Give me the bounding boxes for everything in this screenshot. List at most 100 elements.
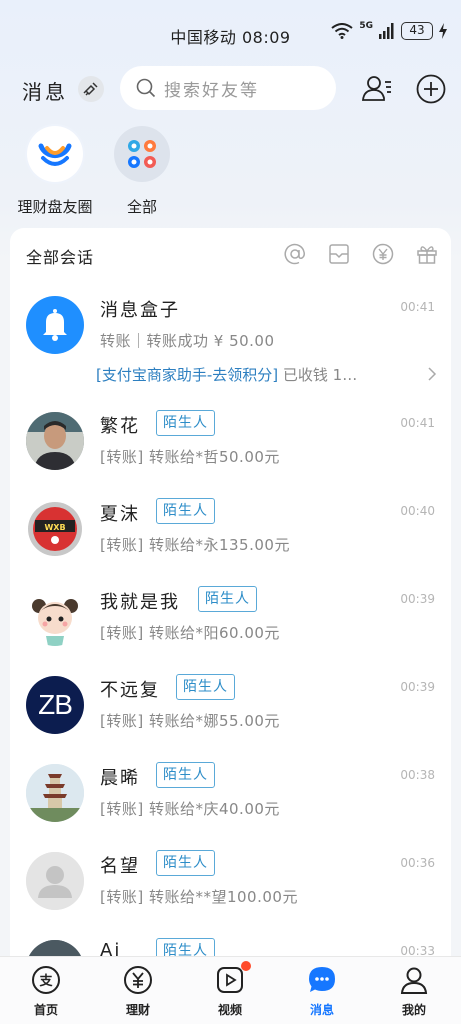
stranger-tag: 陌生人 — [156, 498, 215, 524]
conversation-time: 00:41 — [400, 300, 435, 314]
stranger-tag: 陌生人 — [176, 674, 235, 700]
conversation-time: 00:40 — [400, 504, 435, 518]
conversation-item[interactable]: WXB 夏沫 陌生人 [转账] 转账给*永135.00元 00:40 — [10, 486, 451, 574]
plus-circle-icon — [416, 74, 446, 104]
avatar — [26, 588, 84, 646]
promo-link[interactable]: [支付宝商家助手-去领积分] — [96, 366, 278, 384]
tab-label: 消息 — [309, 1003, 334, 1017]
conversation-item[interactable]: 晨晞 陌生人 [转账] 转账给*庆40.00元 00:38 — [10, 750, 451, 838]
page-title: 消息 — [22, 80, 68, 104]
svg-text:支: 支 — [38, 973, 53, 989]
conversation-time: 00:41 — [400, 416, 435, 430]
wifi-icon — [331, 23, 353, 39]
charging-icon — [439, 23, 447, 39]
clear-unread-button[interactable] — [78, 76, 104, 102]
yuan-icon[interactable] — [371, 242, 395, 266]
avatar: WXB — [26, 500, 84, 558]
conversation-item[interactable]: 名望 陌生人 [转账] 转账给**望100.00元 00:36 — [10, 838, 451, 926]
search-icon — [136, 78, 156, 98]
tab-label: 理财 — [125, 1003, 150, 1017]
conversation-preview: [转账] 转账给*哲50.00元 — [100, 448, 280, 466]
tab-profile[interactable]: 我的 — [368, 965, 460, 1018]
bell-icon — [43, 309, 67, 341]
conversation-name: 消息盒子 — [100, 300, 180, 321]
broom-icon — [83, 82, 98, 96]
at-icon[interactable] — [283, 242, 307, 266]
wealth-circle-icon — [38, 143, 72, 166]
network-label: 5G — [359, 21, 373, 31]
avatar — [26, 296, 84, 354]
tab-messages[interactable]: 消息 — [276, 965, 368, 1018]
avatar — [26, 412, 84, 470]
conversation-item-message-box[interactable]: 消息盒子 转账｜转账成功 ¥ 50.00 00:41 [支付宝商家助手-去领积分… — [10, 282, 451, 402]
alipay-home-icon: 支 — [32, 966, 60, 994]
tab-video[interactable]: 视频 — [184, 961, 276, 1018]
status-icons: 5G 43 — [331, 21, 447, 40]
search-placeholder: 搜索好友等 — [164, 80, 259, 101]
shortcut-all[interactable]: 全部 — [104, 126, 180, 217]
shortcut-label: 理财盘友圈 — [17, 198, 93, 216]
all-apps-icon — [128, 140, 156, 168]
wealth-icon — [124, 966, 152, 994]
svg-text:WXB: WXB — [44, 523, 65, 532]
contacts-button[interactable] — [360, 72, 394, 106]
conversation-preview: [转账] 转账给*永135.00元 — [100, 536, 290, 554]
battery-indicator: 43 — [401, 22, 433, 40]
bottom-tab-bar: 支 首页 理财 视频 消息 我的 — [0, 956, 461, 1024]
avatar — [26, 852, 84, 910]
tab-label: 首页 — [33, 1003, 58, 1017]
top-bar: 消息 搜索好友等 — [0, 66, 461, 112]
panel-title: 全部会话 — [26, 248, 95, 267]
tab-label: 视频 — [217, 1003, 242, 1017]
conversation-item[interactable]: ZB 不远复 陌生人 [转账] 转账给*娜55.00元 00:39 — [10, 662, 451, 750]
video-icon — [217, 967, 243, 993]
conversation-panel: 全部会话 消息盒子 转账｜转账成功 ¥ 50.00 00:41 [支付宝商家助手… — [10, 228, 451, 988]
tab-wealth[interactable]: 理财 — [92, 965, 184, 1018]
add-button[interactable] — [414, 72, 448, 106]
conversation-preview: 转账｜转账成功 ¥ 50.00 — [100, 332, 275, 350]
notification-badge — [241, 961, 251, 971]
promo-line[interactable]: [支付宝商家助手-去领积分] 已收钱 1… — [96, 364, 357, 385]
profile-icon — [400, 967, 428, 994]
chevron-right-icon — [428, 367, 437, 381]
status-bar: 中国移动 08:09 5G 43 — [0, 0, 461, 60]
conversation-time: 00:38 — [400, 768, 435, 782]
conversation-preview: [转账] 转账给*庆40.00元 — [100, 800, 280, 818]
tab-home[interactable]: 支 首页 — [0, 965, 92, 1018]
panel-header: 全部会话 — [10, 228, 451, 282]
shortcut-wealth-circle[interactable]: 理财盘友圈 — [12, 126, 98, 217]
conversation-name: 夏沫 — [100, 504, 140, 525]
zb-logo: ZB — [38, 689, 73, 720]
conversation-item[interactable]: 繁花 陌生人 [转账] 转账给*哲50.00元 00:41 — [10, 398, 451, 486]
conversation-preview: [转账] 转账给*阳60.00元 — [100, 624, 280, 642]
conversation-name: 名望 — [100, 856, 140, 877]
envelope-icon[interactable] — [327, 242, 351, 266]
conversation-preview: [转账] 转账给*娜55.00元 — [100, 712, 280, 730]
conversation-name: 晨晞 — [100, 768, 140, 789]
message-icon — [309, 967, 335, 992]
panel-tools — [283, 242, 439, 266]
shortcut-row: 理财盘友圈 全部 — [0, 126, 461, 222]
conversation-name: 不远复 — [100, 680, 160, 701]
stranger-tag: 陌生人 — [156, 762, 215, 788]
stranger-tag: 陌生人 — [156, 850, 215, 876]
conversation-item[interactable]: 我就是我 陌生人 [转账] 转账给*阳60.00元 00:39 — [10, 574, 451, 662]
shortcut-label: 全部 — [126, 198, 157, 216]
search-input[interactable]: 搜索好友等 — [120, 66, 336, 110]
man-photo — [26, 412, 84, 470]
avatar: ZB — [26, 676, 84, 734]
default-avatar — [26, 852, 84, 910]
conversation-time: 00:39 — [400, 592, 435, 606]
signal-icon — [379, 23, 394, 39]
conversation-time: 00:36 — [400, 856, 435, 870]
conversation-name: 繁花 — [100, 416, 140, 437]
conversation-preview: [转账] 转账给**望100.00元 — [100, 888, 298, 906]
tab-label: 我的 — [401, 1003, 426, 1017]
promo-text: 已收钱 1… — [278, 366, 358, 384]
stranger-tag: 陌生人 — [156, 410, 215, 436]
conversation-name: 我就是我 — [100, 592, 180, 613]
avatar — [26, 764, 84, 822]
disc-photo: WXB — [28, 502, 82, 556]
cartoon-girl — [26, 588, 84, 646]
gift-icon[interactable] — [415, 242, 439, 266]
